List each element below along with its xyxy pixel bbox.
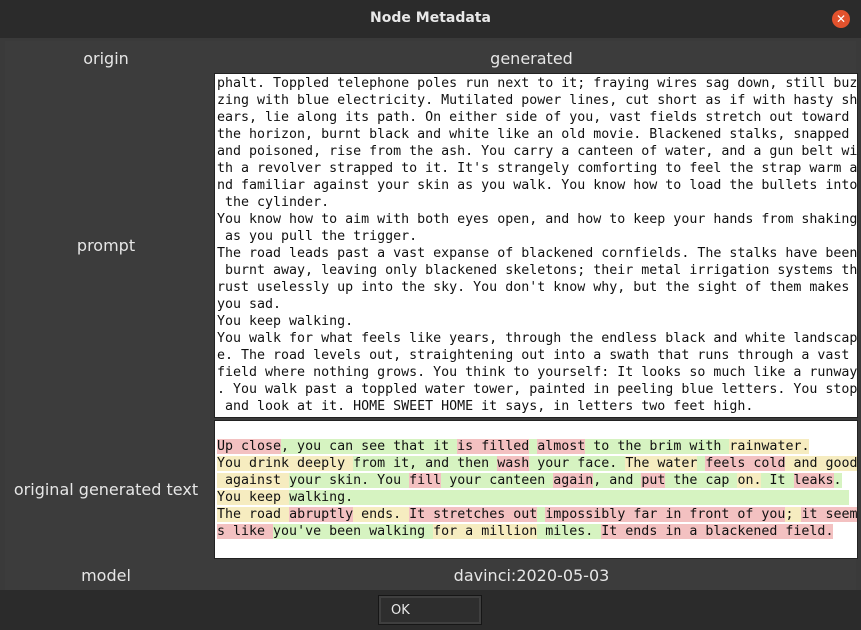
prompt-line: and poisoned, rise from the ash. You car…: [217, 144, 858, 159]
token-highlight: , and: [593, 473, 642, 488]
prompt-textarea[interactable]: phalt. Toppled telephone poles run next …: [214, 73, 858, 418]
model-label: model: [81, 566, 131, 585]
prompt-line: The road leads past a vast expanse of bl…: [217, 246, 858, 261]
generated-line: You keep walking.: [217, 489, 855, 506]
token-highlight: it seem: [801, 507, 858, 522]
prompt-line: th a revolver strapped to it. It's stran…: [217, 161, 858, 176]
token-highlight: walking.: [289, 490, 850, 505]
prompt-line: and look at it. HOME SWEET HOME it says,…: [217, 399, 754, 414]
prompt-line: You walk for what feels like years, thro…: [217, 331, 858, 346]
metadata-panel: origin generated prompt phalt. Toppled t…: [5, 41, 858, 590]
token-highlight: fill: [409, 473, 442, 488]
token-highlight: on.: [737, 473, 762, 488]
token-highlight: The road: [217, 507, 290, 522]
origin-label: origin: [83, 49, 129, 68]
generated-line: The road abruptly ends. It stretches out…: [217, 506, 858, 523]
token-highlight: again: [553, 473, 594, 488]
prompt-line: burnt away, leaving only blackened skele…: [217, 263, 858, 278]
token-highlight: from it, and then: [353, 456, 498, 471]
token-highlight: .: [833, 473, 842, 488]
ok-button[interactable]: OK: [378, 595, 482, 625]
prompt-line: the horizon, burnt black and white like …: [217, 127, 850, 142]
generated-textarea[interactable]: Up close, you can see that it is filled …: [214, 420, 858, 559]
prompt-label: prompt: [76, 236, 136, 255]
prompt-line: You know how to aim with both eyes open,…: [217, 212, 858, 227]
close-icon[interactable]: ✕: [832, 10, 850, 28]
token-highlight: abruptly: [289, 507, 354, 522]
token-highlight: almost: [537, 439, 586, 454]
prompt-line: You keep walking.: [217, 314, 354, 329]
token-highlight: , you can see that it: [281, 439, 458, 454]
token-highlight: ends.: [353, 507, 410, 522]
token-highlight: rainwater.: [729, 439, 810, 454]
token-highlight: your face.: [529, 456, 626, 471]
token-highlight: miles.: [537, 524, 602, 539]
token-highlight: for a million: [433, 524, 538, 539]
token-highlight: your canteen: [441, 473, 554, 488]
window-title: Node Metadata: [370, 10, 491, 26]
title-bar: Node Metadata ✕: [0, 0, 861, 38]
token-highlight: You keep: [217, 490, 290, 505]
token-highlight: wash: [497, 456, 530, 471]
prompt-line: the cylinder.: [217, 195, 330, 210]
token-highlight: Up close: [217, 439, 282, 454]
token-highlight: ;: [785, 507, 802, 522]
token-highlight: It: [761, 473, 794, 488]
original-generated-text-label: original generated text: [13, 480, 199, 499]
prompt-line: as you pull the trigger.: [217, 229, 418, 244]
prompt-line: e. The road levels out, straightening ou…: [217, 348, 850, 363]
token-highlight: against: [217, 473, 290, 488]
generated-line: against your skin. You fill your canteen…: [217, 472, 855, 489]
prompt-line: nd familiar against your skin as you wal…: [217, 178, 858, 193]
token-highlight: and good: [785, 456, 858, 471]
generated-line: s like you've been walking for a million…: [217, 523, 855, 540]
prompt-line: rust uselessly up into the sky. You don'…: [217, 280, 850, 295]
token-highlight: blackened field.: [705, 524, 834, 539]
token-highlight: you've been walking: [273, 524, 434, 539]
model-value: davinci:2020-05-03: [453, 566, 610, 585]
token-highlight: You drink deeply: [217, 456, 354, 471]
origin-value: generated: [490, 49, 573, 68]
token-highlight: It stretches out: [409, 507, 538, 522]
prompt-line: . You walk past a toppled water tower, p…: [217, 382, 858, 397]
token-highlight: feels cold: [705, 456, 786, 471]
token-highlight: the cap: [665, 473, 738, 488]
token-highlight: leaks: [793, 473, 834, 488]
token-highlight: The water: [625, 456, 698, 471]
token-highlight: s like: [217, 524, 274, 539]
token-highlight: your skin. You: [289, 473, 410, 488]
token-highlight: is filled: [457, 439, 530, 454]
prompt-line: ears, lie along its path. On either side…: [217, 110, 850, 125]
prompt-line: zing with blue electricity. Mutilated po…: [217, 93, 858, 108]
token-highlight: to the brim with: [585, 439, 730, 454]
ok-button-label: OK: [391, 603, 410, 618]
prompt-line: you sad.: [217, 297, 282, 312]
prompt-line: phalt. Toppled telephone poles run next …: [217, 76, 858, 91]
generated-line: You drink deeply from it, and then wash …: [217, 455, 858, 472]
token-highlight: put: [641, 473, 666, 488]
token-highlight: impossibly far in front of you: [545, 507, 786, 522]
token-highlight: It ends in a: [601, 524, 706, 539]
prompt-line: field where nothing grows. You think to …: [217, 365, 858, 380]
generated-line: Up close, you can see that it is filled …: [217, 438, 855, 455]
